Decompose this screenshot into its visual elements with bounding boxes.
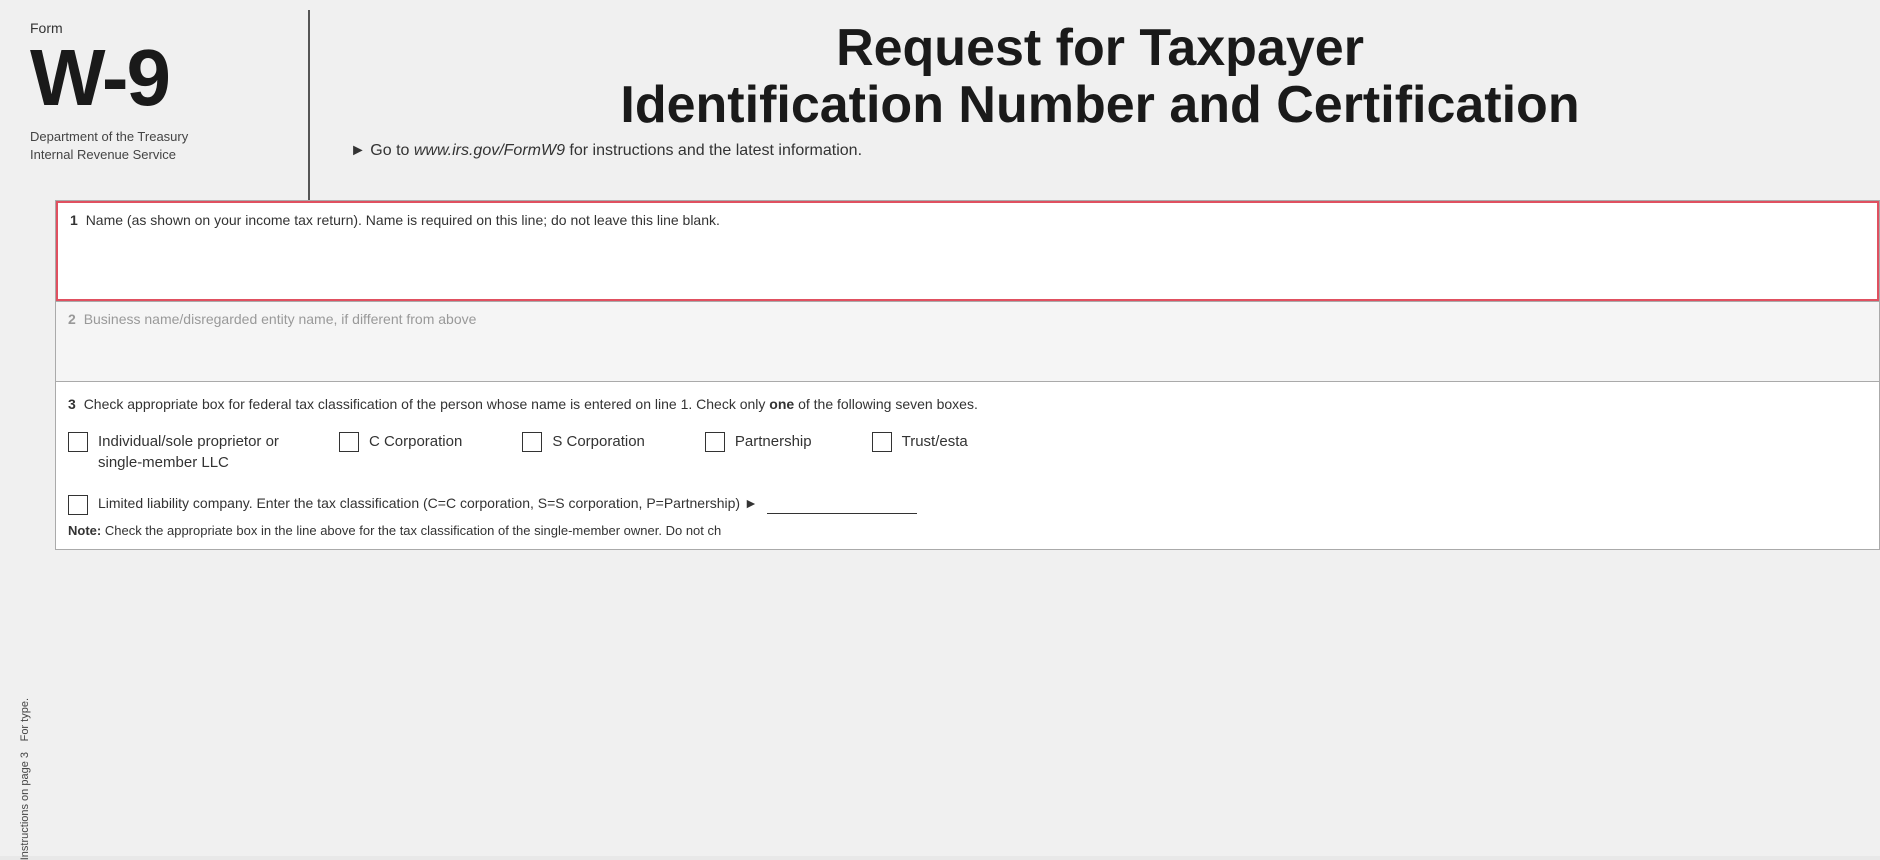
checkbox-trust-label: Trust/esta — [902, 431, 968, 452]
field-3-title: 3 Check appropriate box for federal tax … — [68, 394, 1867, 415]
checkbox-c-corp: C Corporation — [339, 431, 462, 452]
field-3-section: 3 Check appropriate box for federal tax … — [56, 381, 1879, 549]
right-header: Request for Taxpayer Identification Numb… — [310, 10, 1880, 200]
llc-row: Limited liability company. Enter the tax… — [68, 493, 1867, 515]
checkbox-individual-label: Individual/sole proprietor or single-mem… — [98, 431, 279, 473]
checkbox-partnership: Partnership — [705, 431, 812, 452]
field-1-label: 1 Name (as shown on your income tax retu… — [70, 211, 1865, 231]
llc-classification-line[interactable] — [767, 513, 917, 514]
checkbox-c-corp-label: C Corporation — [369, 431, 462, 452]
irs-link-line: ► Go to www.irs.gov/FormW9 for instructi… — [350, 142, 1850, 160]
checkbox-llc-box[interactable] — [68, 495, 88, 515]
checkbox-partnership-box[interactable] — [705, 432, 725, 452]
checkbox-individual: Individual/sole proprietor or single-mem… — [68, 431, 279, 473]
checkbox-partnership-label: Partnership — [735, 431, 812, 452]
field-2-label: 2 Business name/disregarded entity name,… — [68, 310, 1867, 330]
checkbox-s-corp: S Corporation — [522, 431, 645, 452]
checkboxes-row: Individual/sole proprietor or single-mem… — [68, 431, 1867, 473]
left-header: Form W-9 Department of the Treasury Inte… — [0, 10, 310, 200]
irs-url: www.irs.gov/FormW9 — [414, 142, 565, 159]
checkbox-individual-box[interactable] — [68, 432, 88, 452]
llc-text: Limited liability company. Enter the tax… — [98, 493, 917, 514]
checkbox-s-corp-box[interactable] — [522, 432, 542, 452]
checkbox-trust: Trust/esta — [872, 431, 968, 452]
field-1: 1 Name (as shown on your income tax retu… — [56, 201, 1879, 301]
checkbox-s-corp-label: S Corporation — [552, 431, 645, 452]
checkbox-trust-box[interactable] — [872, 432, 892, 452]
department-text: Department of the Treasury Internal Reve… — [30, 128, 288, 164]
form-container: Form W-9 Department of the Treasury Inte… — [0, 0, 1880, 856]
main-title: Request for Taxpayer Identification Numb… — [350, 20, 1850, 134]
checkbox-c-corp-box[interactable] — [339, 432, 359, 452]
field-2: 2 Business name/disregarded entity name,… — [56, 301, 1879, 381]
header-section: Form W-9 Department of the Treasury Inte… — [0, 0, 1880, 200]
form-number: W-9 — [30, 38, 288, 118]
note-row: Note: Check the appropriate box in the l… — [68, 521, 1867, 541]
sidebar-rotated: For type. Instructions on page 3 — [0, 280, 50, 860]
form-body: 1 Name (as shown on your income tax retu… — [55, 200, 1880, 550]
